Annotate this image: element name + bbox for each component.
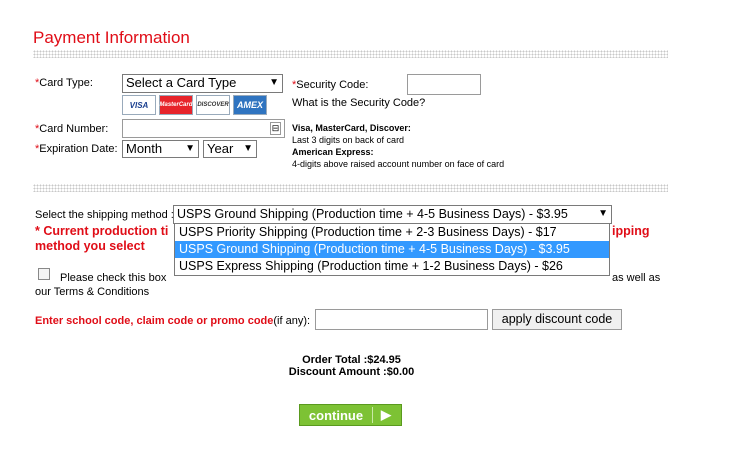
terms-text-end: as well as: [612, 272, 661, 284]
shipping-warning-line2: method you select: [35, 239, 145, 253]
arrow-right-icon: ▶: [381, 407, 391, 422]
card-type-select[interactable]: Select a Card Type ▼: [122, 74, 283, 93]
continue-label: continue: [308, 407, 364, 423]
chevron-down-icon: ▼: [243, 143, 253, 154]
terms-text-start: Please check this box: [60, 272, 167, 284]
discount-amount: Discount Amount :$0.00: [288, 366, 415, 378]
promo-code-input[interactable]: [315, 309, 488, 330]
mastercard-logo: MasterCard: [159, 95, 193, 115]
security-code-input[interactable]: [407, 74, 481, 95]
chevron-down-icon: ▼: [269, 77, 279, 88]
chevron-down-icon: ▼: [598, 208, 608, 219]
expiration-month-select[interactable]: Month ▼: [122, 140, 199, 158]
help-text-2: 4-digits above raised account number on …: [292, 159, 505, 169]
visa-logo: VISA: [122, 95, 156, 115]
divider-top: [33, 50, 668, 58]
shipping-selected-value: USPS Ground Shipping (Production time + …: [177, 207, 568, 221]
page-title: Payment Information: [33, 28, 190, 47]
shipping-warning-left: * Current production ti: [35, 224, 169, 238]
discover-logo: DISCOVER: [196, 95, 230, 115]
card-number-label: *Card Number:: [35, 123, 109, 135]
help-brands-1: Visa, MasterCard, Discover:: [292, 123, 411, 133]
card-number-input[interactable]: ⊟: [122, 119, 285, 138]
lock-icon: ⊟: [270, 122, 281, 135]
help-text-1: Last 3 digits on back of card: [292, 135, 405, 145]
shipping-dropdown-list[interactable]: USPS Priority Shipping (Production time …: [174, 223, 610, 276]
shipping-label: Select the shipping method :: [35, 209, 174, 221]
security-code-label: *Security Code:: [292, 79, 369, 91]
order-total: Order Total :$24.95: [302, 354, 401, 366]
amex-logo: AMEX: [233, 95, 267, 115]
security-code-help: Visa, MasterCard, Discover: Last 3 digit…: [292, 122, 532, 170]
shipping-option-express[interactable]: USPS Express Shipping (Production time +…: [175, 258, 609, 275]
terms-text-line2: our Terms & Conditions: [35, 286, 150, 298]
apply-discount-button[interactable]: apply discount code: [492, 309, 622, 330]
shipping-warning-right: ipping: [612, 224, 650, 238]
continue-button[interactable]: continue ▶: [299, 404, 402, 426]
month-value: Month: [126, 141, 163, 156]
divider-middle: [33, 184, 668, 192]
expiration-label: *Expiration Date:: [35, 143, 118, 155]
security-code-help-link[interactable]: What is the Security Code?: [292, 97, 425, 109]
card-type-label: *Card Type:: [35, 77, 93, 89]
year-value: Year: [207, 141, 234, 156]
chevron-down-icon: ▼: [185, 143, 195, 154]
expiration-year-select[interactable]: Year ▼: [203, 140, 257, 158]
card-logos: VISA MasterCard DISCOVER AMEX: [122, 95, 267, 115]
shipping-option-priority[interactable]: USPS Priority Shipping (Production time …: [175, 224, 609, 241]
terms-checkbox[interactable]: [38, 268, 50, 280]
card-type-value: Select a Card Type: [126, 75, 237, 90]
promo-label: Enter school code, claim code or promo c…: [35, 315, 311, 327]
shipping-option-ground[interactable]: USPS Ground Shipping (Production time + …: [175, 241, 609, 258]
help-brands-2: American Express:: [292, 147, 374, 157]
shipping-select[interactable]: USPS Ground Shipping (Production time + …: [173, 205, 612, 224]
